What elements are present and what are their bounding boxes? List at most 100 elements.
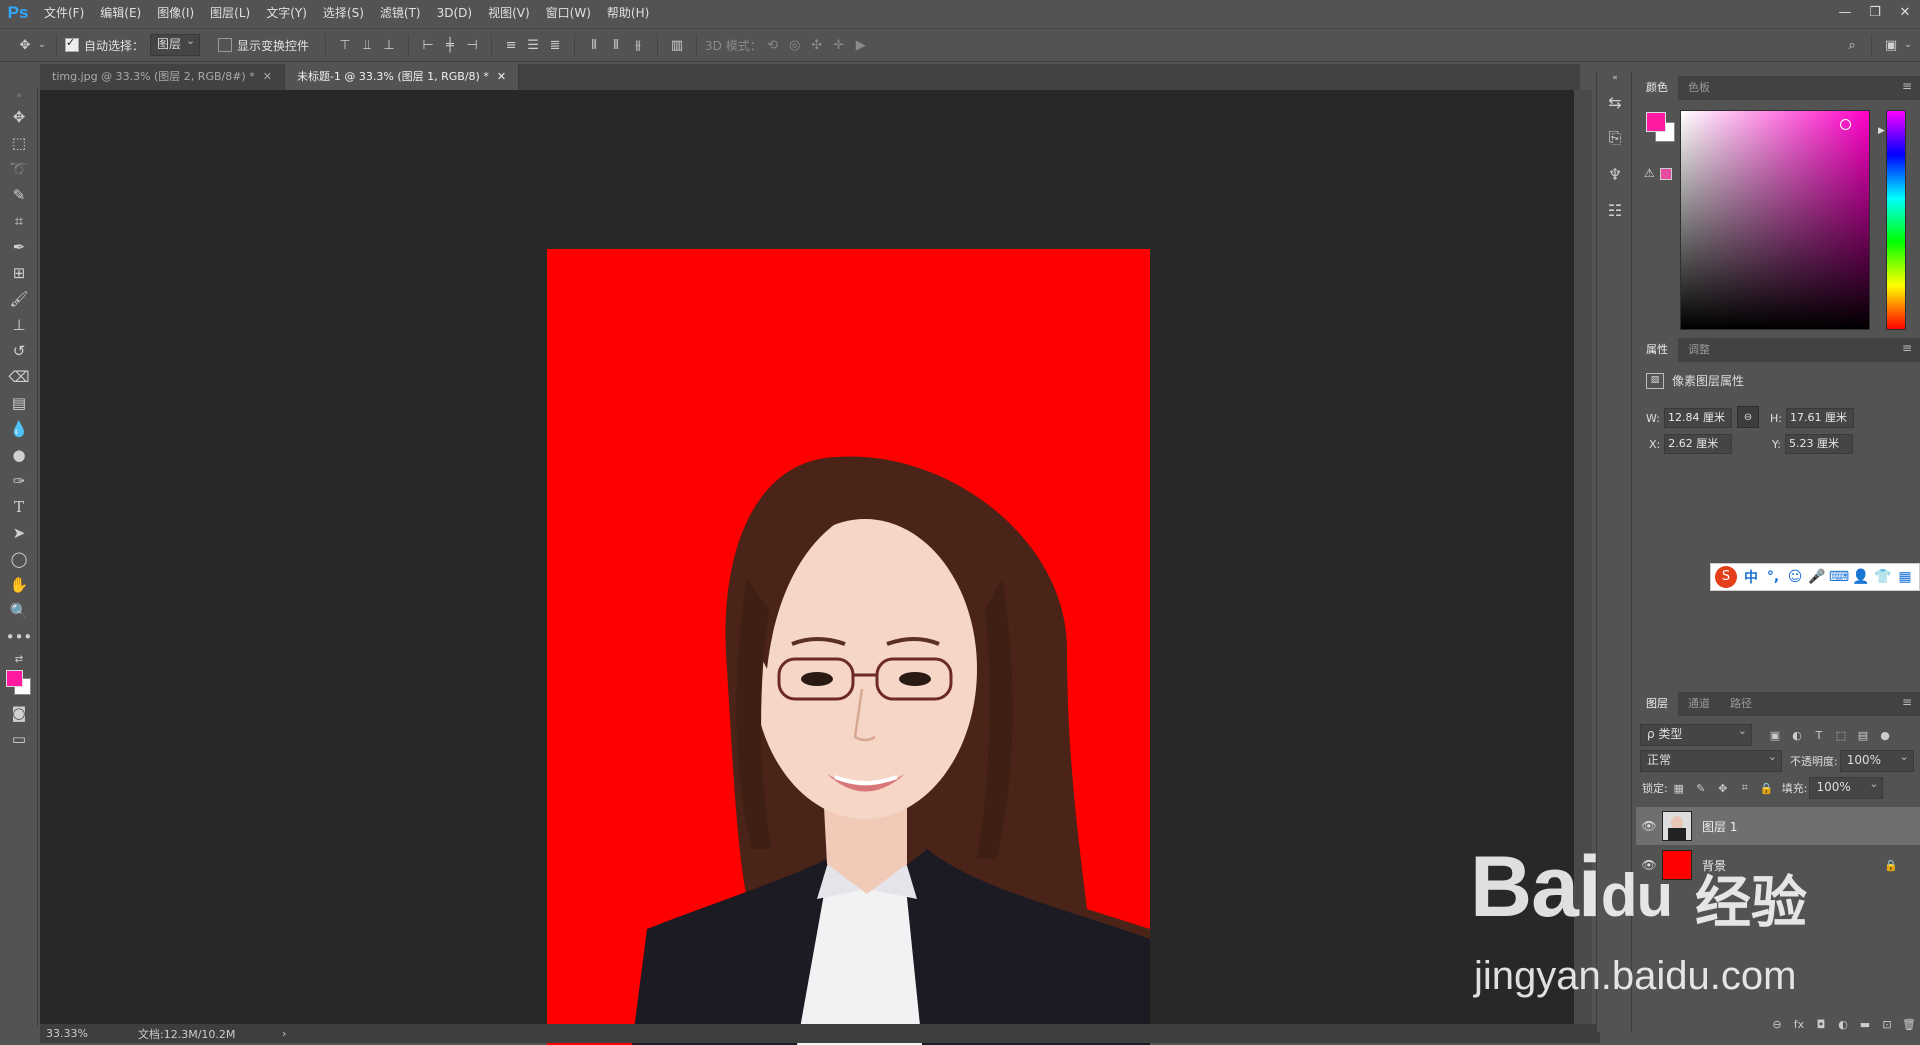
foreground-color-swatch[interactable] xyxy=(1646,112,1666,132)
workspace-icon[interactable]: ▣ xyxy=(1880,34,1902,56)
status-menu-arrow-icon[interactable]: › xyxy=(282,1027,286,1040)
gradient-tool-icon[interactable]: ▤ xyxy=(0,390,38,416)
clone-stamp-tool-icon[interactable]: ⊥ xyxy=(0,312,38,338)
delete-layer-icon[interactable]: 🗑 xyxy=(1898,1018,1920,1031)
brush-panel-icon[interactable]: ♆ xyxy=(1597,156,1633,192)
width-field[interactable]: 12.84 厘米 xyxy=(1663,408,1732,428)
move-tool-preset-icon[interactable]: ✥ xyxy=(14,34,36,56)
ime-emoji-icon[interactable]: ☺ xyxy=(1784,569,1806,585)
collapse-icon[interactable]: « xyxy=(1597,72,1633,84)
brush-tool-icon[interactable]: 🖌 xyxy=(0,286,38,312)
vertical-scrollbar[interactable] xyxy=(1574,90,1592,1024)
zoom-tool-icon[interactable]: 🔍 xyxy=(0,598,38,624)
menu-select[interactable]: 选择(S) xyxy=(315,0,372,26)
tab-adjustments[interactable]: 调整 xyxy=(1678,338,1720,362)
tab-color[interactable]: 颜色 xyxy=(1636,76,1678,100)
quick-select-tool-icon[interactable]: ✎ xyxy=(0,182,38,208)
menu-file[interactable]: 文件(F) xyxy=(36,0,92,26)
hand-tool-icon[interactable]: ✋ xyxy=(0,572,38,598)
marquee-tool-icon[interactable]: ⬚ xyxy=(0,130,38,156)
menu-layer[interactable]: 图层(L) xyxy=(202,0,258,26)
ime-keyboard-icon[interactable]: ⌨ xyxy=(1828,569,1850,585)
zoom-level[interactable]: 33.33% xyxy=(40,1027,116,1040)
panel-menu-icon[interactable]: ≡ xyxy=(1902,695,1912,709)
3d-rotate-icon[interactable]: ⟲ xyxy=(762,34,784,56)
filter-shape-icon[interactable]: ⬚ xyxy=(1830,729,1852,742)
show-transform-checkbox[interactable] xyxy=(218,38,233,52)
history-panel-icon[interactable]: ⇆ xyxy=(1597,84,1633,120)
menu-type[interactable]: 文字(Y) xyxy=(258,0,315,26)
menu-edit[interactable]: 编辑(E) xyxy=(92,0,149,26)
filter-type-icon[interactable]: T xyxy=(1808,729,1830,742)
document-tab[interactable]: timg.jpg @ 33.3% (图层 2, RGB/8#) * ✕ xyxy=(40,64,285,90)
add-mask-icon[interactable]: ◘ xyxy=(1810,1018,1832,1031)
ime-user-icon[interactable]: 👤 xyxy=(1850,569,1872,585)
type-tool-icon[interactable]: T xyxy=(0,494,38,520)
auto-select-target-dropdown[interactable]: 图层 xyxy=(150,33,201,56)
search-icon[interactable]: ⌕ xyxy=(1841,34,1863,56)
dodge-tool-icon[interactable]: ● xyxy=(0,442,38,468)
3d-drag-icon[interactable]: ✣ xyxy=(806,34,828,56)
blur-tool-icon[interactable]: 💧 xyxy=(0,416,38,442)
distribute-left-icon[interactable]: ⫴ xyxy=(583,34,605,56)
new-layer-icon[interactable]: ⊡ xyxy=(1876,1018,1898,1031)
lasso-tool-icon[interactable]: ➰ xyxy=(0,156,38,182)
link-layers-icon[interactable]: ⊖ xyxy=(1766,1018,1788,1031)
filter-adjustment-icon[interactable]: ◐ xyxy=(1786,729,1808,742)
align-top-icon[interactable]: ⊤ xyxy=(334,34,356,56)
layer-filter-dropdown[interactable]: ρ 类型 xyxy=(1640,723,1752,746)
lock-transparent-icon[interactable]: ▦ xyxy=(1668,782,1690,795)
3d-roll-icon[interactable]: ◎ xyxy=(784,34,806,56)
sogou-logo-icon[interactable]: S xyxy=(1715,566,1737,588)
healing-brush-tool-icon[interactable]: ⊞ xyxy=(0,260,38,286)
color-picker-field[interactable] xyxy=(1680,110,1870,330)
foreground-color-swatch[interactable] xyxy=(6,670,23,687)
visibility-eye-icon[interactable]: 👁 xyxy=(1636,858,1662,872)
auto-align-icon[interactable]: ▥ xyxy=(666,34,688,56)
layer-name[interactable]: 背景 xyxy=(1702,857,1726,874)
auto-select-checkbox[interactable] xyxy=(65,36,79,52)
ellipse-tool-icon[interactable]: ◯ xyxy=(0,546,38,572)
ime-voice-icon[interactable]: 🎤 xyxy=(1806,569,1828,585)
distribute-top-icon[interactable]: ≡ xyxy=(500,34,522,56)
chevron-down-icon[interactable]: ⌄ xyxy=(1902,34,1914,56)
menu-3d[interactable]: 3D(D) xyxy=(429,0,480,26)
menu-image[interactable]: 图像(I) xyxy=(149,0,202,26)
filter-toggle-icon[interactable]: ● xyxy=(1874,729,1896,742)
color-swatches[interactable] xyxy=(0,668,37,700)
screen-mode-icon[interactable]: ▭ xyxy=(0,726,38,752)
lock-artboard-icon[interactable]: ⌗ xyxy=(1734,781,1756,795)
visibility-eye-icon[interactable]: 👁 xyxy=(1636,819,1662,833)
collapse-toolbox-icon[interactable]: » xyxy=(0,88,38,104)
fill-field[interactable]: 100% xyxy=(1809,776,1884,799)
align-hcenter-icon[interactable]: ╪ xyxy=(439,34,461,56)
crop-tool-icon[interactable]: ⌗ xyxy=(0,208,38,234)
tab-channels[interactable]: 通道 xyxy=(1678,692,1720,716)
link-dimensions-icon[interactable]: ⊖ xyxy=(1737,406,1759,428)
align-bottom-icon[interactable]: ⊥ xyxy=(378,34,400,56)
ime-language-toggle[interactable]: 中 xyxy=(1740,567,1762,587)
ime-skin-icon[interactable]: 👕 xyxy=(1872,569,1894,585)
close-button[interactable]: ✕ xyxy=(1890,0,1920,26)
filter-smart-object-icon[interactable]: ▤ xyxy=(1852,729,1874,742)
hue-slider[interactable] xyxy=(1886,110,1906,330)
document-canvas[interactable] xyxy=(547,249,1150,1045)
distribute-bottom-icon[interactable]: ≣ xyxy=(544,34,566,56)
blend-mode-dropdown[interactable]: 正常 xyxy=(1640,749,1782,772)
move-tool-icon[interactable]: ✥ xyxy=(0,104,38,130)
distribute-right-icon[interactable]: ⫵ xyxy=(627,34,649,56)
tab-layers[interactable]: 图层 xyxy=(1636,692,1678,716)
hue-slider-arrow-icon[interactable]: ▶ xyxy=(1878,126,1885,136)
3d-scale-icon[interactable]: ▶ xyxy=(850,34,872,56)
gamut-color-swatch[interactable] xyxy=(1660,168,1672,180)
quick-mask-icon[interactable]: ◙ xyxy=(0,700,38,726)
tab-properties[interactable]: 属性 xyxy=(1636,338,1678,362)
menu-filter[interactable]: 滤镜(T) xyxy=(372,0,429,26)
ime-punctuation-toggle[interactable]: °, xyxy=(1762,569,1784,585)
filter-pixel-icon[interactable]: ▣ xyxy=(1764,729,1786,742)
history-brush-tool-icon[interactable]: ↺ xyxy=(0,338,38,364)
minimize-button[interactable]: — xyxy=(1830,0,1860,26)
panel-menu-icon[interactable]: ≡ xyxy=(1902,341,1912,355)
path-select-tool-icon[interactable]: ➤ xyxy=(0,520,38,546)
chevron-down-icon[interactable]: ⌄ xyxy=(36,34,48,56)
